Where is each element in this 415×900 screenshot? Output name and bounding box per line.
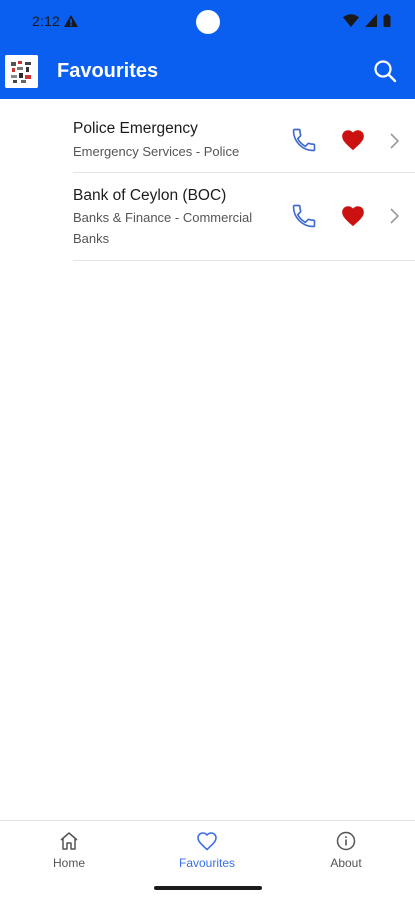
status-time: 2:12 (32, 13, 61, 29)
home-icon (60, 832, 78, 850)
camera-cutout (196, 10, 220, 34)
signal-icon (365, 14, 377, 27)
list-item-title: Bank of Ceylon (BOC) (73, 187, 227, 204)
nav-about-label: About (330, 856, 362, 870)
app-logo-icon[interactable] (5, 55, 38, 88)
list-item[interactable]: Bank of Ceylon (BOC) Banks & Finance - C… (0, 173, 415, 261)
app-bar: Favourites (0, 42, 415, 99)
battery-icon (383, 14, 391, 27)
chevron-right-icon[interactable] (386, 206, 402, 226)
nav-favourites[interactable]: Favourites (147, 829, 267, 870)
search-icon[interactable] (372, 58, 398, 84)
nav-home[interactable]: Home (9, 829, 129, 870)
info-icon (336, 831, 356, 851)
chevron-right-icon[interactable] (386, 131, 402, 151)
heart-filled-icon[interactable] (340, 127, 366, 153)
home-indicator (154, 886, 262, 890)
top-app-bar-background: 2:12 Favourites (0, 0, 415, 99)
list-item[interactable]: Police Emergency Emergency Services - Po… (0, 99, 415, 173)
status-icons (343, 14, 391, 27)
favourites-list: Police Emergency Emergency Services - Po… (0, 99, 415, 261)
heart-outline-icon (197, 832, 217, 851)
list-item-title: Police Emergency (73, 120, 198, 137)
nav-about[interactable]: About (286, 829, 406, 870)
nav-home-label: Home (52, 856, 85, 870)
nav-favourites-label: Favourites (178, 856, 236, 870)
alert-icon (64, 15, 78, 27)
heart-filled-icon[interactable] (340, 203, 366, 229)
list-item-subtitle: Banks & Finance - Commercial Banks (73, 210, 253, 246)
wifi-icon (343, 14, 359, 27)
page-title: Favourites (57, 60, 159, 82)
phone-icon[interactable] (290, 202, 318, 230)
list-item-subtitle: Emergency Services - Police (73, 144, 240, 159)
status-bar: 2:12 (0, 0, 415, 42)
phone-icon[interactable] (290, 126, 318, 154)
divider (73, 260, 415, 261)
